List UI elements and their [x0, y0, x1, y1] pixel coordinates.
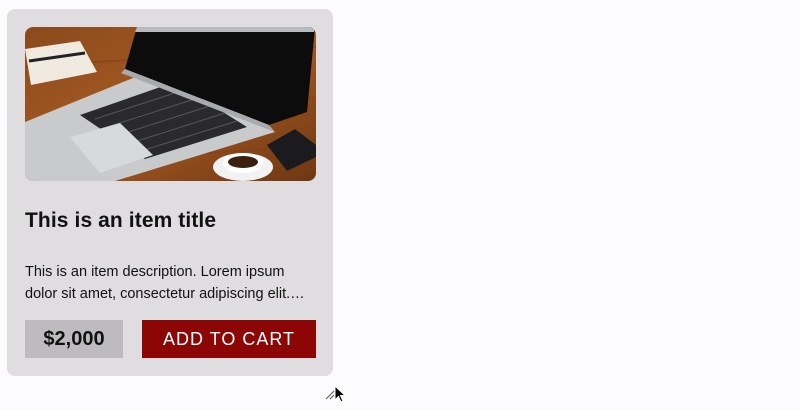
product-card: This is an item title This is an item de… — [7, 9, 333, 376]
add-to-cart-button[interactable]: ADD TO CART — [142, 320, 316, 358]
item-title: This is an item title — [25, 209, 217, 232]
price-tag: $2,000 — [25, 320, 123, 358]
mouse-pointer-icon — [334, 384, 347, 403]
product-image — [25, 27, 316, 181]
item-description: This is an item description. Lorem ipsum… — [25, 264, 291, 302]
